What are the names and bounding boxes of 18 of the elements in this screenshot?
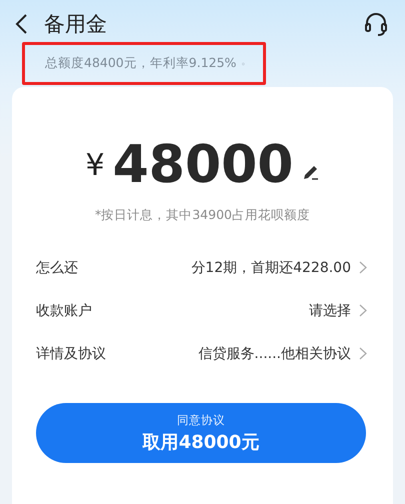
chevron-right-icon — [359, 347, 367, 360]
chevron-right-icon — [359, 261, 367, 274]
row-value[interactable]: 分12期，首期还4228.00 — [191, 258, 351, 276]
borrow-button[interactable]: 同意协议 取用48000元 — [36, 403, 366, 463]
row-label: 收款账户 — [36, 302, 93, 320]
currency-symbol: ¥ — [85, 148, 105, 182]
credit-summary: 总额度48400元，年利率9.125% — [45, 55, 236, 72]
interest-note: *按日计息，其中34900占用花呗额度 — [94, 207, 311, 224]
pencil-icon[interactable] — [302, 163, 320, 181]
headset-icon[interactable] — [363, 11, 389, 37]
row-value[interactable]: 信贷服务......他相关协议 — [198, 344, 351, 362]
page-title: 备用金 — [44, 11, 108, 38]
back-icon[interactable] — [14, 13, 28, 35]
row-label: 详情及协议 — [36, 344, 107, 362]
row-label: 怎么还 — [36, 258, 79, 276]
amount-value: 48000 — [112, 135, 294, 195]
row-value[interactable]: 请选择 — [309, 302, 351, 320]
chevron-right-icon — [359, 304, 367, 317]
